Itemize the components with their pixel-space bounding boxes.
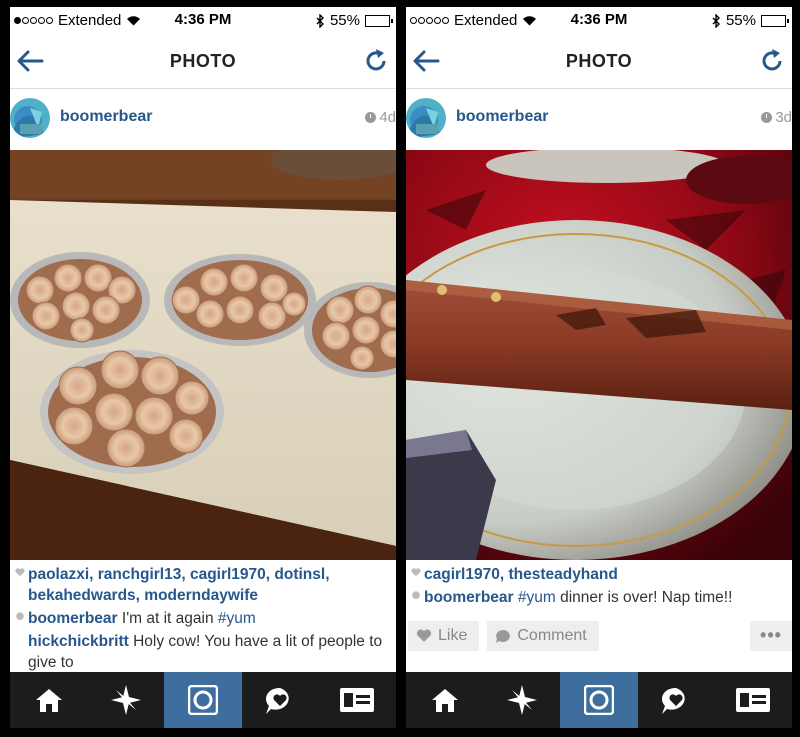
post-username[interactable]: boomerbear (60, 108, 152, 126)
likes-row: paolazxi, ranchgirl13, cagirl1970, dotin… (12, 564, 394, 606)
tab-home[interactable] (10, 672, 87, 728)
heart-icon (416, 629, 432, 642)
post-age: 4d (365, 109, 396, 126)
tab-activity[interactable] (638, 672, 715, 728)
tab-explore[interactable] (87, 672, 164, 728)
tab-bar (10, 672, 396, 728)
comment-username[interactable]: hickchickbritt (28, 633, 129, 650)
heart-icon (15, 568, 25, 577)
comment-label: Comment (517, 627, 587, 644)
post-actions: Like Comment (408, 621, 599, 651)
clock-icon (365, 112, 377, 123)
comment-text: I'm at it again (117, 610, 218, 627)
likes-list[interactable]: cagirl1970, thesteadyhand (424, 564, 618, 585)
tab-explore[interactable] (483, 672, 560, 728)
clock-icon (761, 112, 773, 123)
post-meta: paolazxi, ranchgirl13, cagirl1970, dotin… (10, 562, 396, 673)
tab-profile[interactable] (715, 672, 792, 728)
bluetooth-icon (712, 13, 720, 28)
nav-bar: PHOTO (10, 33, 396, 89)
more-options-button[interactable]: ••• (750, 621, 792, 651)
comment-row: boomerbear #yum dinner is over! Nap time… (408, 587, 790, 608)
like-label: Like (438, 627, 468, 644)
comment-bubble-icon (412, 591, 420, 599)
tab-camera[interactable] (560, 672, 638, 728)
profile-icon (340, 688, 375, 712)
profile-icon (736, 688, 771, 712)
camera-icon (188, 685, 218, 715)
post-photo-knife-plate[interactable] (406, 150, 792, 560)
comment-bubble-icon (16, 612, 24, 620)
nav-bar: PHOTO (406, 33, 792, 89)
activity-icon (662, 687, 685, 714)
home-icon (35, 689, 62, 712)
bluetooth-icon (316, 13, 324, 28)
comment-hashtag[interactable]: #yum (218, 610, 256, 627)
tab-camera[interactable] (164, 672, 242, 728)
post-header: boomerbear 3d (406, 90, 792, 150)
explore-icon (110, 685, 141, 715)
like-button[interactable]: Like (408, 621, 480, 651)
activity-icon (266, 687, 289, 714)
page-title: PHOTO (169, 51, 237, 71)
refresh-icon[interactable] (758, 47, 786, 75)
comment-bubble-icon (496, 629, 511, 643)
comment-row: boomerbear I'm at it again #yum (12, 608, 394, 629)
battery-percent: 55% (725, 12, 756, 29)
comment-text: dinner is over! Nap time!! (555, 589, 733, 606)
camera-icon (584, 685, 614, 715)
status-bar: Extended 4:36 PM 55% (10, 7, 396, 33)
tab-activity[interactable] (242, 672, 319, 728)
post-username[interactable]: boomerbear (456, 108, 548, 126)
post-age: 3d (761, 109, 792, 126)
battery-icon (761, 14, 789, 27)
home-icon (431, 689, 458, 712)
battery-percent: 55% (329, 12, 360, 29)
battery-icon (365, 14, 393, 27)
right-screen: Extended 4:36 PM 55% PHOTO boomerbear 3d (406, 7, 792, 728)
post-photo-cinnamon-rolls[interactable] (10, 150, 396, 560)
tab-home[interactable] (406, 672, 483, 728)
tab-bar (406, 672, 792, 728)
avatar[interactable] (406, 98, 446, 138)
post-meta: cagirl1970, thesteadyhand boomerbear #yu… (406, 562, 792, 608)
refresh-icon[interactable] (362, 47, 390, 75)
likes-row: cagirl1970, thesteadyhand (408, 564, 790, 585)
comment-username[interactable]: boomerbear (28, 610, 118, 627)
comment-button[interactable]: Comment (487, 621, 599, 651)
post-header: boomerbear 4d (10, 90, 396, 150)
left-screen: Extended 4:36 PM 55% PHOTO boomerbear 4d (10, 7, 396, 728)
heart-icon (411, 568, 421, 577)
comment-row: hickchickbritt Holy cow! You have a lit … (12, 631, 394, 673)
status-bar: Extended 4:36 PM 55% (406, 7, 792, 33)
tab-profile[interactable] (319, 672, 396, 728)
page-title: PHOTO (565, 51, 633, 71)
explore-icon (506, 685, 537, 715)
comment-hashtag[interactable]: #yum (518, 589, 556, 606)
likes-list[interactable]: paolazxi, ranchgirl13, cagirl1970, dotin… (28, 564, 394, 606)
avatar[interactable] (10, 98, 50, 138)
comment-username[interactable]: boomerbear (424, 589, 514, 606)
